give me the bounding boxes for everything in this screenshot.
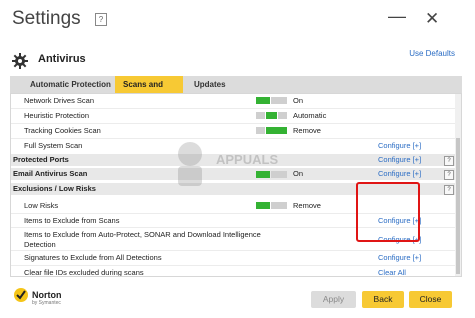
back-button[interactable]: Back bbox=[362, 291, 404, 308]
apply-button[interactable]: Apply bbox=[311, 291, 356, 308]
close-icon[interactable]: ✕ bbox=[425, 9, 439, 29]
setting-label-continued: Detection bbox=[24, 240, 56, 249]
clear-all-link[interactable]: Clear All bbox=[378, 268, 406, 276]
footer: Norton by Symantec Apply Back Close bbox=[0, 280, 475, 318]
gear-icon bbox=[12, 53, 28, 69]
setting-label: Items to Exclude from Scans bbox=[24, 216, 120, 225]
help-icon[interactable]: ? bbox=[444, 185, 454, 195]
watermark-text: APPUALS bbox=[216, 152, 279, 167]
tab-updates[interactable]: Updates bbox=[186, 76, 234, 93]
setting-label: Clear file IDs excluded during scans bbox=[24, 268, 144, 277]
norton-logo-icon bbox=[14, 288, 28, 302]
setting-value: Remove bbox=[293, 201, 321, 210]
email-scan-configure-link[interactable]: Configure [+] bbox=[378, 168, 421, 180]
setting-label: Network Drives Scan bbox=[24, 96, 95, 105]
full-system-configure-link[interactable]: Configure [+] bbox=[378, 141, 421, 150]
norton-brand-sub: by Symantec bbox=[32, 300, 61, 306]
setting-label: Full System Scan bbox=[24, 141, 83, 150]
network-drives-toggle[interactable] bbox=[256, 97, 287, 104]
setting-label: Low Risks bbox=[24, 201, 59, 210]
section-label: Exclusions / Low Risks bbox=[13, 184, 96, 193]
setting-label: Signatures to Exclude from All Detection… bbox=[24, 253, 162, 262]
section-label: Email Antivirus Scan bbox=[13, 169, 88, 178]
setting-value: Automatic bbox=[293, 111, 327, 120]
row-divider bbox=[11, 265, 455, 266]
norton-brand: Norton bbox=[32, 290, 62, 300]
help-icon[interactable]: ? bbox=[444, 156, 454, 166]
product-header: Antivirus Use Defaults bbox=[0, 44, 475, 74]
low-risks-toggle[interactable] bbox=[256, 202, 287, 209]
setting-label: Items to Exclude from Auto-Protect, SONA… bbox=[24, 230, 261, 239]
setting-value: On bbox=[293, 96, 304, 105]
signatures-configure-link[interactable]: Configure [+] bbox=[378, 253, 421, 262]
product-name: Antivirus bbox=[38, 53, 86, 65]
row-divider bbox=[11, 138, 455, 139]
watermark: APPUALS bbox=[170, 140, 280, 190]
tab-scans-and-risks[interactable]: Scans and Risks bbox=[115, 76, 183, 106]
help-icon[interactable]: ? bbox=[95, 13, 107, 26]
protected-ports-configure-link[interactable]: Configure [+] bbox=[378, 154, 421, 166]
window-title: Settings bbox=[12, 8, 81, 29]
close-button[interactable]: Close bbox=[409, 291, 452, 308]
row-divider bbox=[11, 250, 455, 251]
scrollbar-thumb[interactable] bbox=[456, 138, 460, 274]
tracking-cookies-toggle[interactable] bbox=[256, 127, 287, 134]
row-divider bbox=[11, 123, 455, 124]
mascot-icon bbox=[178, 142, 202, 186]
help-icon[interactable]: ? bbox=[444, 170, 454, 180]
tab-automatic-protection[interactable]: Automatic Protection bbox=[22, 76, 119, 93]
title-bar: Settings ? — ✕ bbox=[0, 0, 475, 44]
use-defaults-link[interactable]: Use Defaults bbox=[409, 49, 455, 58]
heuristic-toggle[interactable] bbox=[256, 112, 287, 119]
setting-value: On bbox=[293, 169, 304, 178]
section-label: Protected Ports bbox=[13, 155, 69, 164]
tab-bar: Automatic Protection Scans and Risks Upd… bbox=[10, 76, 462, 106]
highlight-box bbox=[356, 182, 420, 242]
scrollbar[interactable] bbox=[455, 94, 461, 276]
setting-label: Heuristic Protection bbox=[24, 111, 90, 120]
minimize-icon[interactable]: — bbox=[388, 6, 406, 27]
setting-label: Tracking Cookies Scan bbox=[24, 126, 101, 135]
row-divider bbox=[11, 108, 455, 109]
setting-value: Remove bbox=[293, 126, 321, 135]
